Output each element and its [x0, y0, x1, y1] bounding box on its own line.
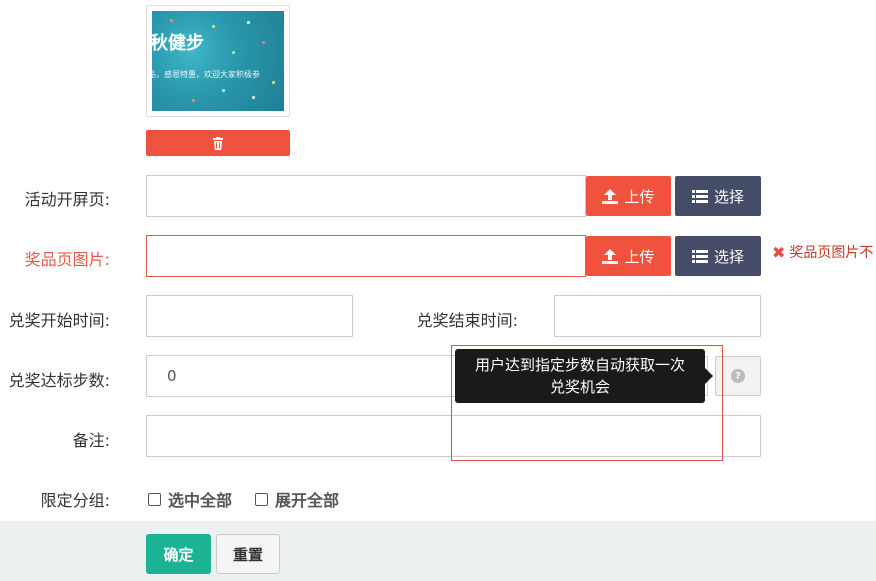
upload-icon	[602, 188, 619, 204]
list-icon	[691, 249, 708, 263]
thumbnail-subtitle: 品，感恩特惠，欢迎大家积极参	[152, 70, 260, 79]
remark-label: 备注:	[72, 431, 110, 450]
upload-icon	[602, 248, 619, 264]
splash-select-button[interactable]: 选择	[675, 176, 761, 216]
checkbox-box[interactable]	[255, 492, 268, 506]
group-label: 限定分组:	[40, 491, 110, 510]
list-icon	[691, 189, 708, 203]
trash-icon	[213, 136, 223, 150]
splash-upload-label: 上传	[624, 187, 655, 206]
steps-tooltip: 用户达到指定步数自动获取一次 兑奖机会	[455, 349, 705, 403]
splash-upload-button[interactable]: 上传	[586, 176, 671, 216]
steps-label: 兑奖达标步数:	[8, 371, 110, 390]
expand-all-checkbox[interactable]: 展开全部	[255, 487, 339, 511]
prize-select-label: 选择	[713, 247, 744, 266]
prize-upload-button[interactable]: 上传	[586, 236, 671, 276]
reset-button[interactable]: 重置	[216, 534, 280, 574]
image-thumbnail: 秋健步 品，感恩特惠，欢迎大家积极参	[146, 5, 290, 117]
tooltip-line-1: 用户达到指定步数自动获取一次	[474, 356, 685, 374]
tooltip-arrow	[705, 368, 713, 384]
thumbnail-title: 秋健步	[152, 33, 204, 54]
error-x-icon: ✖	[772, 242, 786, 262]
form-footer	[0, 521, 876, 581]
tooltip-line-2: 兑奖机会	[549, 378, 610, 396]
prize-image-error-text: 奖品页图片不	[789, 245, 874, 261]
redeem-start-input[interactable]	[146, 295, 353, 337]
select-all-checkbox[interactable]: 选中全部	[148, 487, 232, 511]
prize-image-input[interactable]	[146, 235, 586, 277]
prize-image-error: ✖ 奖品页图片不	[772, 242, 873, 262]
redeem-end-input[interactable]	[554, 295, 761, 337]
splash-input[interactable]	[146, 175, 586, 217]
prize-upload-label: 上传	[624, 247, 655, 266]
question-circle-icon: ?	[731, 369, 745, 383]
prize-select-button[interactable]: 选择	[675, 236, 761, 276]
redeem-end-label: 兑奖结束时间:	[416, 311, 518, 330]
redeem-start-label: 兑奖开始时间:	[8, 311, 110, 330]
confirm-button[interactable]: 确定	[146, 534, 211, 574]
delete-image-button[interactable]	[146, 130, 290, 156]
select-all-label: 选中全部	[168, 491, 233, 510]
splash-label: 活动开屏页:	[24, 190, 110, 209]
prize-image-label: 奖品页图片:	[24, 250, 110, 269]
splash-select-label: 选择	[713, 187, 744, 206]
thumbnail-image: 秋健步 品，感恩特惠，欢迎大家积极参	[152, 11, 284, 111]
checkbox-box[interactable]	[148, 492, 161, 506]
expand-all-label: 展开全部	[275, 491, 340, 510]
